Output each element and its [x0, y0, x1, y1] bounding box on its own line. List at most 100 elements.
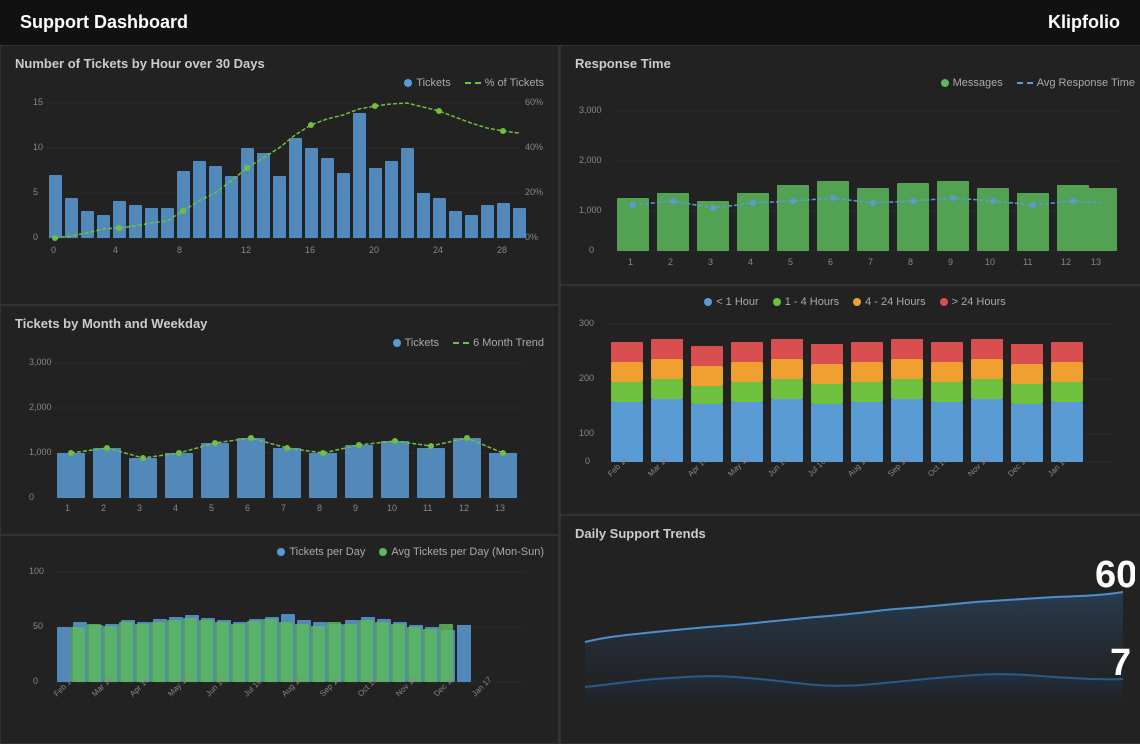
svg-text:10: 10 [387, 503, 397, 513]
svg-text:200: 200 [579, 373, 594, 383]
svg-text:11: 11 [1023, 257, 1032, 267]
svg-text:24: 24 [433, 245, 443, 255]
response-time-legend: Messages Avg Response Time [575, 77, 1135, 89]
svg-text:2,000: 2,000 [579, 155, 602, 165]
header: Support Dashboard Klipfolio [0, 0, 1140, 45]
svg-text:7: 7 [281, 503, 286, 513]
svg-text:100: 100 [579, 428, 594, 438]
svg-text:2: 2 [101, 503, 106, 513]
svg-text:60: 60 [1095, 554, 1135, 596]
tickets-by-month-title: Tickets by Month and Weekday [15, 316, 544, 331]
tickets-per-day-legend: Tickets per Day Avg Tickets per Day (Mon… [15, 546, 544, 558]
legend-avg-response: Avg Response Time [1017, 77, 1135, 89]
gt24h-dot-icon [940, 298, 948, 306]
tickets-by-hour-legend: Tickets % of Tickets [15, 77, 544, 89]
svg-text:10: 10 [33, 142, 43, 152]
svg-text:6: 6 [245, 503, 250, 513]
response-time-svg: 3,000 2,000 1,000 0 [575, 93, 1135, 283]
svg-text:3,000: 3,000 [29, 357, 52, 367]
4-24h-dot-icon [853, 298, 861, 306]
legend-lt1h: < 1 Hour [704, 296, 759, 308]
svg-text:13: 13 [495, 503, 505, 513]
svg-text:0: 0 [33, 676, 38, 686]
svg-text:0: 0 [51, 245, 56, 255]
svg-text:1: 1 [628, 257, 633, 267]
svg-text:Jan 17: Jan 17 [470, 675, 494, 699]
legend-pct-tickets: % of Tickets [465, 77, 544, 89]
svg-text:0: 0 [589, 245, 594, 255]
svg-text:50: 50 [33, 621, 43, 631]
svg-text:12: 12 [1061, 257, 1071, 267]
svg-text:60%: 60% [525, 97, 543, 107]
legend-tickets2: Tickets [393, 337, 439, 349]
svg-text:100: 100 [29, 566, 44, 576]
tickets-by-hour-title: Number of Tickets by Hour over 30 Days [15, 56, 544, 71]
tpd-dot-icon [277, 548, 285, 556]
legend-1-4h: 1 - 4 Hours [773, 296, 839, 308]
svg-text:8: 8 [908, 257, 913, 267]
svg-text:13: 13 [1091, 257, 1101, 267]
svg-text:0: 0 [33, 232, 38, 242]
avg-response-line-icon [1017, 82, 1033, 84]
1-4h-dot-icon [773, 298, 781, 306]
svg-text:1: 1 [65, 503, 70, 513]
tickets-by-month-chart: Tickets by Month and Weekday Tickets 6 M… [0, 305, 559, 535]
svg-text:3: 3 [137, 503, 142, 513]
svg-text:8: 8 [177, 245, 182, 255]
daily-trends-title: Daily Support Trends [575, 526, 1135, 541]
daily-trends-chart: Daily Support Trends [560, 515, 1140, 744]
pct-line-icon [465, 82, 481, 84]
svg-text:5: 5 [33, 187, 38, 197]
svg-text:9: 9 [353, 503, 358, 513]
svg-text:20: 20 [369, 245, 379, 255]
tickets-by-hour-svg: 15 10 5 0 60% 40% 20% 0% [15, 93, 547, 283]
logo: Klipfolio [1048, 12, 1120, 33]
svg-text:3,000: 3,000 [579, 105, 602, 115]
svg-text:1,000: 1,000 [579, 205, 602, 215]
left-panel: Number of Tickets by Hour over 30 Days T… [0, 45, 560, 744]
svg-text:300: 300 [579, 318, 594, 328]
svg-text:6: 6 [828, 257, 833, 267]
legend-avg-tpd: Avg Tickets per Day (Mon-Sun) [379, 546, 544, 558]
svg-text:20%: 20% [525, 187, 543, 197]
right-panel: Response Time Messages Avg Response Time… [560, 45, 1140, 744]
stacked-bar-svg: 300 200 100 0 [575, 314, 1135, 499]
svg-text:3: 3 [708, 257, 713, 267]
svg-text:11: 11 [423, 503, 432, 513]
svg-text:4: 4 [748, 257, 753, 267]
legend-4-24h: 4 - 24 Hours [853, 296, 926, 308]
svg-text:16: 16 [305, 245, 315, 255]
daily-trends-svg: 60 7 [575, 547, 1135, 722]
tickets-by-month-svg: 3,000 2,000 1,000 0 [15, 353, 547, 523]
svg-text:10: 10 [985, 257, 995, 267]
stacked-bar-legend: < 1 Hour 1 - 4 Hours 4 - 24 Hours > 24 H… [575, 296, 1135, 308]
tickets-dot-icon [404, 79, 412, 87]
svg-text:5: 5 [788, 257, 793, 267]
svg-text:7: 7 [1110, 642, 1131, 684]
svg-text:0: 0 [585, 456, 590, 466]
legend-messages: Messages [941, 77, 1003, 89]
tickets-by-hour-chart: Number of Tickets by Hour over 30 Days T… [0, 45, 559, 305]
tickets2-dot-icon [393, 339, 401, 347]
svg-text:9: 9 [948, 257, 953, 267]
legend-gt24h: > 24 Hours [940, 296, 1006, 308]
page-title: Support Dashboard [20, 12, 188, 33]
svg-text:4: 4 [113, 245, 118, 255]
svg-text:40%: 40% [525, 142, 543, 152]
tickets-per-day-chart: Tickets per Day Avg Tickets per Day (Mon… [0, 535, 559, 744]
messages-dot-icon [941, 79, 949, 87]
avg-tpd-dot-icon [379, 548, 387, 556]
svg-text:12: 12 [241, 245, 251, 255]
svg-text:0: 0 [29, 492, 34, 502]
svg-text:12: 12 [459, 503, 469, 513]
svg-text:5: 5 [209, 503, 214, 513]
tickets-by-month-legend: Tickets 6 Month Trend [15, 337, 544, 349]
response-time-title: Response Time [575, 56, 1135, 71]
svg-text:2: 2 [668, 257, 673, 267]
main-content: Number of Tickets by Hour over 30 Days T… [0, 45, 1140, 744]
svg-text:8: 8 [317, 503, 322, 513]
svg-text:4: 4 [173, 503, 178, 513]
response-time-chart: Response Time Messages Avg Response Time… [560, 45, 1140, 285]
svg-text:7: 7 [868, 257, 873, 267]
legend-tickets: Tickets [404, 77, 450, 89]
